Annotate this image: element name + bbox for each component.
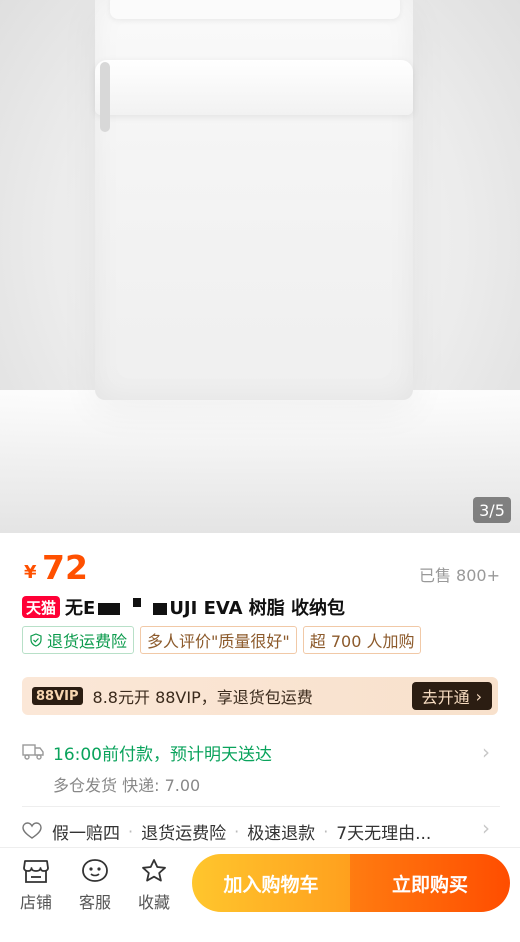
store-icon (23, 860, 49, 883)
product-title-row: 天猫 无E UJI EVA 树脂 收纳包 (22, 594, 345, 620)
vip-banner[interactable]: 88VIP 8.8元开 88VIP，享退货包运费 去开通 › (22, 677, 498, 715)
vip-text: 8.8元开 88VIP，享退货包运费 (92, 688, 313, 707)
tag-return-insurance[interactable]: 退货运费险 (22, 626, 135, 654)
vip-open-label: 去开通 (421, 688, 470, 707)
service-item: 极速退款 (247, 823, 316, 844)
delivery-shipping: 多仓发货 快递: 7.00 (53, 776, 201, 795)
vip-badge: 88VIP (32, 687, 83, 705)
service-item: 假一赔四 (52, 823, 120, 844)
product-photo (95, 0, 413, 400)
separator-dot: · (128, 821, 134, 841)
redaction-mark (98, 603, 121, 615)
gallery-page-indicator: 3/5 (473, 497, 511, 523)
chevron-right-icon: › (482, 740, 490, 764)
vip-open-button[interactable]: 去开通 › (411, 682, 492, 710)
tag-label: 退货运费险 (47, 632, 128, 651)
heart-icon (22, 822, 42, 839)
redaction-mark (133, 598, 142, 607)
redaction-mark (153, 603, 168, 615)
product-image-gallery[interactable]: 3/5 (0, 0, 520, 533)
service-label: 客服 (78, 893, 111, 912)
customer-service-button[interactable]: 客服 (72, 858, 118, 913)
shop-label: 店铺 (19, 893, 52, 912)
favorite-label: 收藏 (137, 893, 170, 912)
shield-check-icon (30, 633, 42, 647)
divider (22, 806, 500, 807)
separator-dot: · (323, 821, 329, 841)
product-price: 72 (42, 548, 88, 587)
add-to-cart-button[interactable]: 加入购物车 (192, 854, 350, 912)
service-item: 7天无理由... (336, 823, 432, 844)
chevron-right-icon: › (482, 816, 490, 840)
favorite-button[interactable]: 收藏 (131, 858, 177, 913)
chat-face-icon (82, 859, 108, 882)
separator-dot: · (234, 821, 240, 841)
tag-label: 超 700 人加购 (309, 632, 415, 651)
tmall-badge: 天猫 (22, 596, 61, 618)
delivery-estimate: 16:00前付款，预计明天送达 (53, 745, 272, 765)
service-guarantees[interactable]: 假一赔四 · 退货运费险 · 极速退款 · 7天无理由... › (22, 816, 498, 844)
sold-count: 已售 800+ (418, 566, 500, 585)
truck-icon (22, 744, 44, 760)
tag-cart-count[interactable]: 超 700 人加购 (302, 626, 422, 654)
tags-row: 退货运费险 多人评价"质量很好" 超 700 人加购 (22, 626, 422, 654)
shop-button[interactable]: 店铺 (13, 858, 59, 913)
delivery-info[interactable]: 16:00前付款，预计明天送达 多仓发货 快递: 7.00 › (22, 736, 498, 796)
product-title: 无E UJI EVA 树脂 收纳包 (65, 598, 346, 619)
buy-now-button[interactable]: 立即购买 (350, 854, 510, 912)
product-image-backdrop (0, 390, 520, 533)
star-icon (142, 859, 166, 882)
currency-symbol: ¥ (24, 562, 37, 583)
price-row: ¥ 72 已售 800+ (24, 548, 500, 588)
bottom-action-bar: 店铺 客服 收藏 加入购物车 立即购买 (0, 847, 520, 942)
tag-label: 多人评价"质量很好" (147, 632, 290, 651)
service-item: 退货运费险 (141, 823, 227, 844)
chevron-right-icon: › (475, 686, 482, 706)
tag-quality-reviews[interactable]: 多人评价"质量很好" (140, 626, 297, 654)
